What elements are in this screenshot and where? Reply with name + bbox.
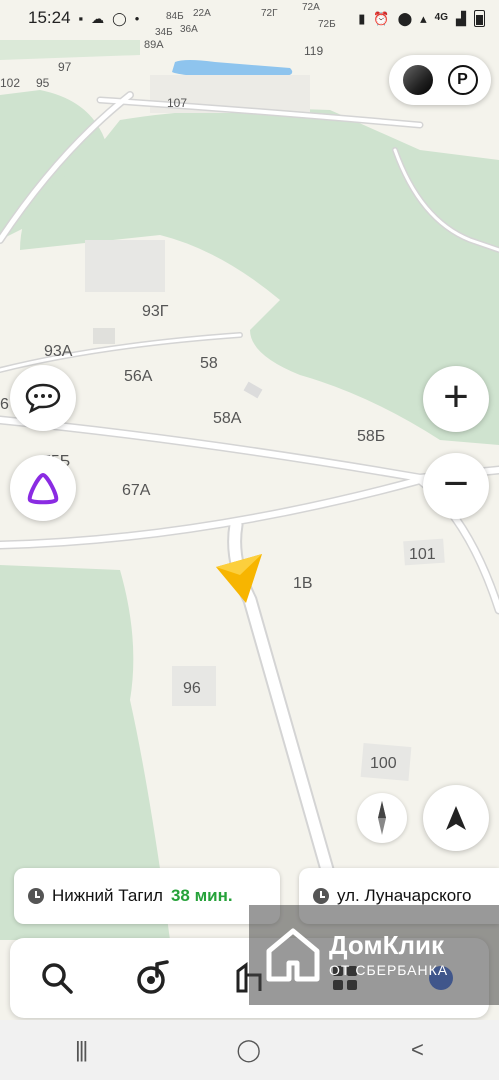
building <box>93 328 115 344</box>
weather-icon: ☁ <box>91 10 105 26</box>
map-options-pill: P <box>389 55 491 105</box>
music-button[interactable] <box>133 958 173 998</box>
zoom-out-button[interactable]: − <box>423 453 489 519</box>
clock-icon <box>313 888 329 904</box>
label-6: 6 <box>0 396 9 413</box>
status-time: 15:24 <box>28 8 71 27</box>
domclick-watermark: ДомКлик ОТ СБЕРБАНКА <box>249 905 499 1005</box>
label-93g: 93Г <box>142 303 169 320</box>
chat-icon <box>25 383 61 414</box>
label-58a: 58А <box>213 410 242 427</box>
route-destination: ул. Луначарского <box>337 886 472 905</box>
label-101: 101 <box>409 546 436 563</box>
zoom-in-button[interactable]: + <box>423 366 489 432</box>
zoom-out-icon: − <box>443 459 469 508</box>
label-95: 95 <box>36 76 50 90</box>
label-56a: 56А <box>124 368 153 385</box>
domclick-logo-icon <box>266 928 320 982</box>
label-58: 58 <box>200 355 218 372</box>
network-4g-icon: 4G <box>434 12 448 23</box>
zoom-in-icon: + <box>443 372 469 421</box>
label-100: 100 <box>370 755 397 772</box>
label-67a: 67А <box>122 482 151 499</box>
route-eta: 38 мин. <box>170 886 233 905</box>
signal-icon: ▟ <box>456 10 466 26</box>
system-nav-bar: ||| ◯ < <box>0 1020 499 1080</box>
navigation-arrow-icon <box>446 806 466 830</box>
home-button[interactable]: ◯ <box>236 1037 261 1063</box>
parking-icon[interactable]: P <box>447 65 478 95</box>
label-89a: 89А <box>144 39 164 51</box>
watermark-title: ДомКлик <box>329 930 444 960</box>
message-icon: ▪ <box>78 10 84 26</box>
whatsapp-icon: ◯ <box>112 10 127 26</box>
label-107: 107 <box>167 96 187 110</box>
sim-icon: ▮ <box>358 10 366 26</box>
music-icon <box>137 960 169 994</box>
layers-icon[interactable] <box>402 65 433 95</box>
location-icon: ⬤ <box>397 10 413 26</box>
compass-button[interactable] <box>357 793 407 843</box>
dot-icon: • <box>134 10 140 26</box>
battery-icon <box>474 9 485 27</box>
recent-apps-button[interactable]: ||| <box>75 1037 88 1063</box>
search-icon <box>42 963 73 994</box>
alarm-icon: ⏰ <box>373 10 390 26</box>
alice-button[interactable] <box>10 455 76 521</box>
back-button[interactable]: < <box>411 1037 424 1063</box>
label-96: 96 <box>183 680 201 697</box>
route-destination: Нижний Тагил <box>52 886 163 905</box>
alice-icon <box>27 473 59 505</box>
label-97: 97 <box>58 60 72 74</box>
compass-icon <box>378 801 386 835</box>
building <box>85 240 165 292</box>
label-1v: 1В <box>293 575 313 592</box>
label-93a: 93А <box>44 343 73 360</box>
label-119: 119 <box>304 44 323 58</box>
label-58b: 58Б <box>357 428 385 445</box>
status-bar: 15:24 ▪ ☁ ◯ • ▮ ⏰ ⬤ ▴ 4G ▟ <box>0 0 499 36</box>
label-102: 102 <box>0 76 20 90</box>
my-location-button[interactable] <box>423 785 489 851</box>
wifi-icon: ▴ <box>420 10 427 26</box>
watermark-subtitle: ОТ СБЕРБАНКА <box>329 962 449 978</box>
search-button[interactable] <box>37 958 77 998</box>
clock-icon <box>28 888 44 904</box>
chat-button[interactable] <box>10 365 76 431</box>
route-card-nizhny-tagil[interactable]: Нижний Тагил 38 мин. <box>14 868 280 924</box>
